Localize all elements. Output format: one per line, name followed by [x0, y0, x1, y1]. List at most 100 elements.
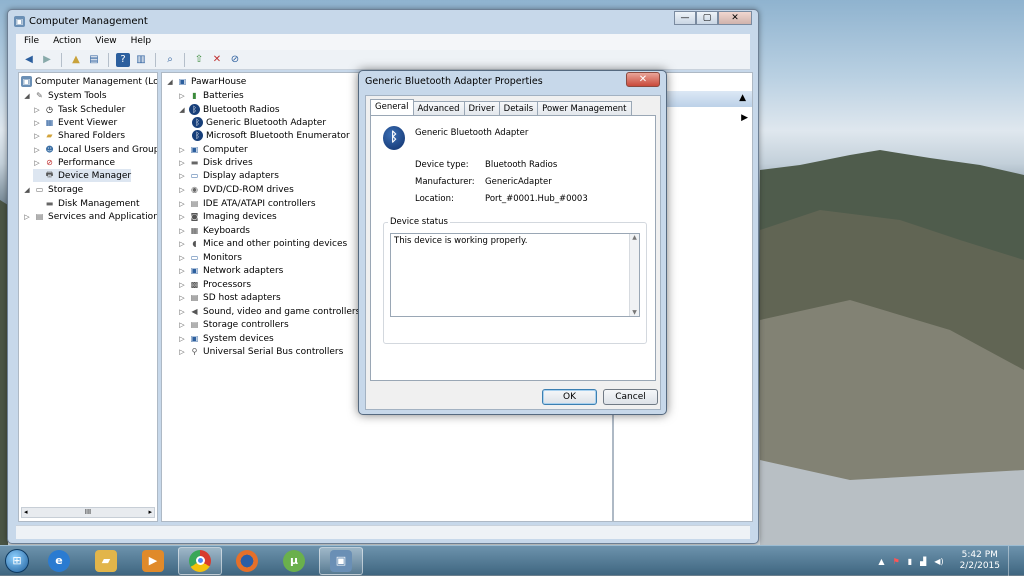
device-microsoft-bluetooth-enumerator[interactable]: ᛒ Microsoft Bluetooth Enumerator — [192, 129, 350, 142]
device-status-textbox[interactable]: This device is working properly. ▲ ▼ — [390, 233, 640, 317]
show-hide-action-pane-icon[interactable]: ▥ — [134, 53, 148, 67]
tree-item-local-users[interactable]: ▷ ☻ Local Users and Groups — [33, 143, 157, 156]
device-category-dvd-drives[interactable]: ▷ ◉ DVD/CD-ROM drives — [178, 183, 294, 196]
device-category-bluetooth-radios[interactable]: ◢ ᛒ Bluetooth Radios — [178, 103, 280, 116]
horizontal-scrollbar[interactable]: ◂ III ▸ — [21, 507, 155, 518]
start-button[interactable]: ⊞ — [0, 546, 34, 576]
device-category-ide-controllers[interactable]: ▷ ▤ IDE ATA/ATAPI controllers — [178, 197, 315, 210]
status-scrollbar[interactable]: ▲ ▼ — [629, 234, 639, 316]
device-status-text: This device is working properly. — [394, 236, 528, 246]
menu-help[interactable]: Help — [131, 36, 152, 48]
device-category-display-adapters[interactable]: ▷ ▭ Display adapters — [178, 169, 279, 182]
clock[interactable]: 5:42 PM 2/2/2015 — [960, 550, 1000, 572]
processor-icon: ▩ — [190, 280, 199, 289]
device-category-mice[interactable]: ▷ ◖ Mice and other pointing devices — [178, 237, 347, 250]
minimize-button[interactable]: — — [674, 11, 696, 25]
window-titlebar[interactable]: ▣ Computer Management — ▢ ✕ — [8, 10, 758, 32]
menu-view[interactable]: View — [95, 36, 116, 48]
window-title: Computer Management — [29, 15, 148, 27]
device-category-sound-controllers[interactable]: ▷ ◀ Sound, video and game controllers — [178, 305, 360, 318]
tree-item-storage[interactable]: ◢ ▭ Storage — [23, 183, 83, 196]
device-category-network-adapters[interactable]: ▷ ▣ Network adapters — [178, 264, 283, 277]
computer-management-icon: ▣ — [14, 15, 25, 27]
scan-hardware-icon[interactable]: ⌕ — [163, 53, 177, 67]
device-category-sd-host-adapters[interactable]: ▷ ▤ SD host adapters — [178, 291, 280, 304]
cancel-button[interactable]: Cancel — [603, 389, 658, 405]
volume-icon[interactable]: ◀) — [934, 557, 943, 566]
dialog-tabs: General Advanced Driver Details Power Ma… — [370, 99, 632, 115]
media-player-icon: ▶ — [142, 549, 164, 572]
up-folder-icon[interactable]: ▲ — [69, 53, 83, 67]
device-generic-bluetooth-adapter[interactable]: ᛒ Generic Bluetooth Adapter — [192, 116, 326, 129]
collapse-up-icon[interactable]: ▲ — [739, 93, 746, 105]
device-type-value: Bluetooth Radios — [485, 160, 558, 170]
taskbar: ⊞ e ▰ ▶ µ ▣ ▲ ⚑ ▮ ▟ ◀) 5:42 PM 2/2/2015 — [0, 545, 1024, 576]
clock-date: 2/2/2015 — [959, 561, 1000, 571]
tree-item-event-viewer[interactable]: ▷ ▦ Event Viewer — [33, 116, 117, 129]
general-tab-panel: ᛒ Generic Bluetooth Adapter Device type:… — [370, 115, 656, 381]
uninstall-icon[interactable]: ✕ — [210, 53, 224, 67]
maximize-button[interactable]: ▢ — [696, 11, 718, 25]
back-icon[interactable]: ◀ — [22, 53, 36, 67]
system-tray: ▲ ⚑ ▮ ▟ ◀) 5:42 PM 2/2/2015 — [878, 546, 1024, 576]
show-hidden-icons-icon[interactable]: ▲ — [878, 557, 884, 566]
mouse-icon: ◖ — [192, 239, 197, 248]
taskbar-firefox[interactable] — [225, 547, 269, 575]
network-signal-icon[interactable]: ▟ — [920, 557, 926, 566]
taskbar-utorrent[interactable]: µ — [272, 547, 316, 575]
tab-general[interactable]: General — [370, 99, 414, 115]
tab-driver[interactable]: Driver — [463, 101, 500, 115]
taskbar-file-explorer[interactable]: ▰ — [84, 547, 128, 575]
dialog-close-button[interactable]: ✕ — [626, 72, 660, 87]
show-desktop-button[interactable] — [1008, 546, 1018, 576]
device-category-storage-controllers[interactable]: ▷ ▤ Storage controllers — [178, 318, 288, 331]
tree-root[interactable]: ▣ Computer Management (Local — [21, 75, 157, 88]
device-category-monitors[interactable]: ▷ ▭ Monitors — [178, 251, 242, 264]
tab-details[interactable]: Details — [498, 101, 539, 115]
tree-item-disk-management[interactable]: ▬ Disk Management — [33, 197, 140, 210]
speaker-icon: ◀ — [191, 307, 198, 316]
tree-item-system-tools[interactable]: ◢ ✎ System Tools — [23, 89, 106, 102]
ok-button[interactable]: OK — [542, 389, 597, 405]
tree-item-performance[interactable]: ▷ ⊘ Performance — [33, 156, 115, 169]
battery-icon[interactable]: ▮ — [908, 557, 912, 566]
menu-action[interactable]: Action — [53, 36, 81, 48]
update-driver-icon[interactable]: ⇧ — [192, 53, 206, 67]
action-center-icon[interactable]: ⚑ — [893, 557, 900, 566]
tree-item-device-manager[interactable]: 🖶 Device Manager — [33, 169, 132, 182]
show-hide-tree-icon[interactable]: ▤ — [87, 53, 101, 67]
tree-item-task-scheduler[interactable]: ▷ ◷ Task Scheduler — [33, 103, 125, 116]
services-icon: ▤ — [35, 212, 44, 221]
console-tree-pane: ▣ Computer Management (Local ◢ ✎ System Too… — [18, 72, 158, 522]
clock-time: 5:42 PM — [961, 550, 998, 560]
forward-icon[interactable]: ▶ — [40, 53, 54, 67]
controller-icon: ▤ — [190, 199, 199, 208]
taskbar-media-player[interactable]: ▶ — [131, 547, 175, 575]
tab-advanced[interactable]: Advanced — [412, 101, 465, 115]
taskbar-internet-explorer[interactable]: e — [37, 547, 81, 575]
help-icon[interactable]: ? — [116, 52, 130, 67]
device-category-system-devices[interactable]: ▷ ▣ System devices — [178, 332, 273, 345]
taskbar-chrome[interactable] — [178, 546, 222, 575]
close-button[interactable]: ✕ — [718, 11, 752, 25]
display-icon: ▭ — [190, 171, 199, 180]
tree-item-services[interactable]: ▷ ▤ Services and Applications — [23, 210, 157, 223]
device-category-processors[interactable]: ▷ ▩ Processors — [178, 278, 251, 291]
device-category-computer[interactable]: ▷ ▣ Computer — [178, 143, 247, 156]
taskbar-computer-management[interactable]: ▣ — [319, 546, 363, 575]
device-tree-root[interactable]: ◢ ▣ PawarHouse — [166, 75, 246, 88]
device-category-batteries[interactable]: ▷ ▮ Batteries — [178, 89, 243, 102]
device-category-keyboards[interactable]: ▷ ▦ Keyboards — [178, 224, 250, 237]
menu-file[interactable]: File — [24, 36, 39, 48]
manufacturer-value: GenericAdapter — [485, 177, 552, 187]
device-category-usb-controllers[interactable]: ▷ ⚲ Universal Serial Bus controllers — [178, 345, 343, 358]
bluetooth-icon: ᛒ — [189, 104, 200, 115]
location-value: Port_#0001.Hub_#0003 — [485, 194, 588, 204]
tab-power-management[interactable]: Power Management — [537, 101, 632, 115]
device-category-disk-drives[interactable]: ▷ ▬ Disk drives — [178, 156, 252, 169]
device-category-imaging-devices[interactable]: ▷ ◙ Imaging devices — [178, 210, 276, 223]
tree-item-shared-folders[interactable]: ▷ ▰ Shared Folders — [33, 129, 125, 142]
disk-drive-icon: ▬ — [190, 158, 199, 167]
disable-device-icon[interactable]: ⊘ — [228, 53, 242, 67]
camera-icon: ◙ — [190, 212, 199, 221]
